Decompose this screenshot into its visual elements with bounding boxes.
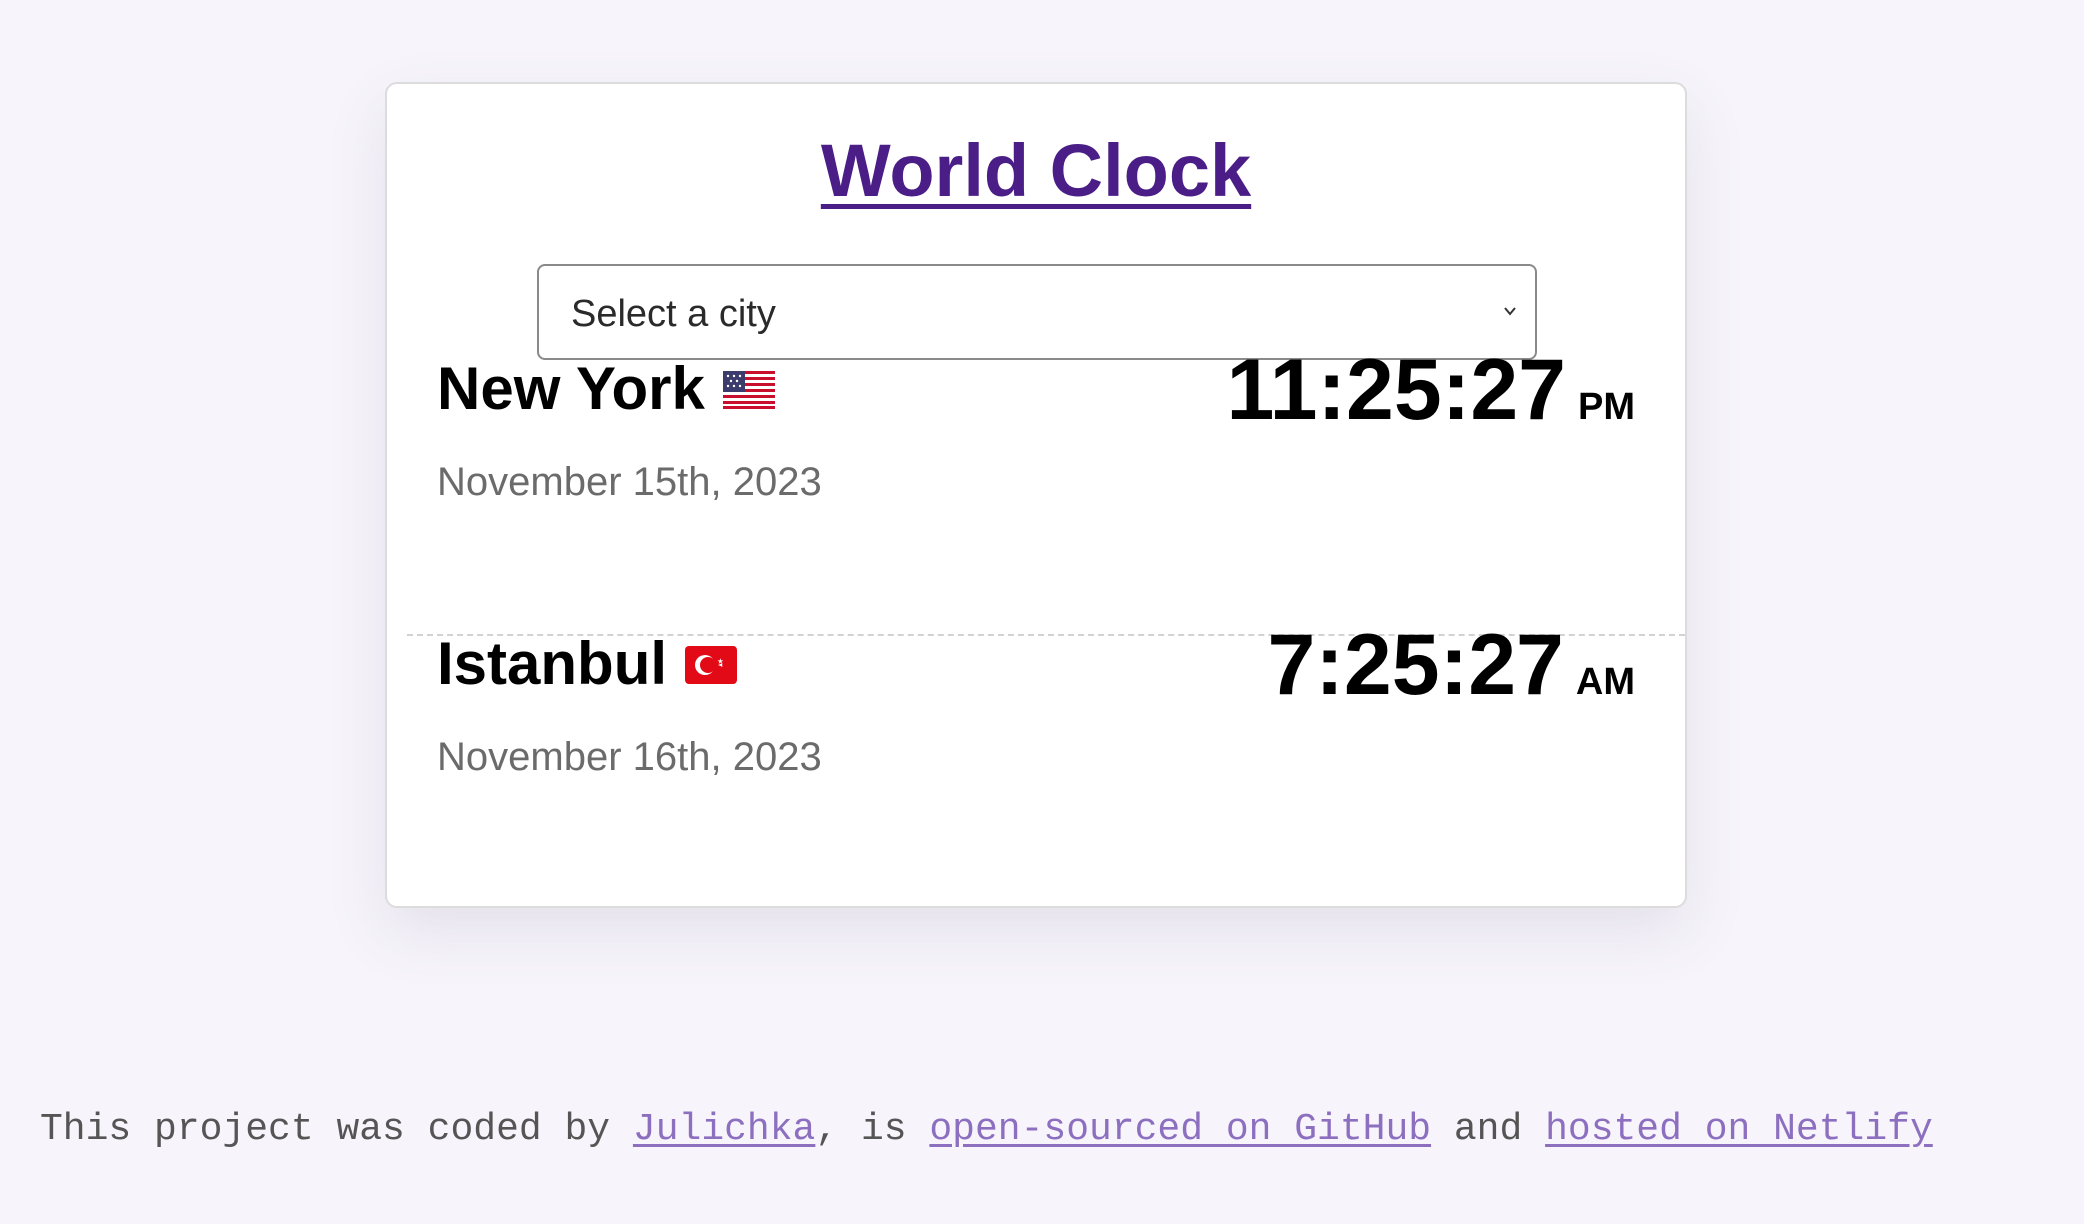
footer-text: and	[1431, 1108, 1546, 1151]
footer-text: This project was coded by	[40, 1108, 633, 1151]
city-select-value: Select a city	[571, 293, 776, 335]
chevron-down-icon	[1503, 304, 1517, 318]
city-date: November 16th, 2023	[437, 735, 822, 779]
city-time: 7:25:27 AM	[1267, 617, 1635, 713]
turkey-flag-icon	[685, 629, 738, 699]
us-flag-icon	[722, 354, 775, 424]
city-time: 11:25:27 PM	[1226, 342, 1635, 438]
page-title: World Clock	[387, 126, 1685, 216]
title-link[interactable]: World Clock	[821, 129, 1251, 212]
time-digits: 11:25:27	[1226, 342, 1566, 438]
author-link[interactable]: Julichka	[633, 1108, 815, 1151]
netlify-link[interactable]: hosted on Netlify	[1545, 1108, 1933, 1151]
github-link[interactable]: open-sourced on GitHub	[929, 1108, 1431, 1151]
time-period: PM	[1578, 386, 1635, 428]
city-name: Istanbul	[437, 629, 738, 703]
city-name: New York	[437, 354, 775, 428]
time-period: AM	[1575, 661, 1635, 703]
footer-text: , is	[815, 1108, 930, 1151]
world-clock-card: World Clock Select a city New York 11:25…	[385, 82, 1687, 908]
footer: This project was coded by Julichka, is o…	[40, 1108, 1933, 1152]
city-date: November 15th, 2023	[437, 460, 822, 504]
time-digits: 7:25:27	[1267, 617, 1564, 713]
